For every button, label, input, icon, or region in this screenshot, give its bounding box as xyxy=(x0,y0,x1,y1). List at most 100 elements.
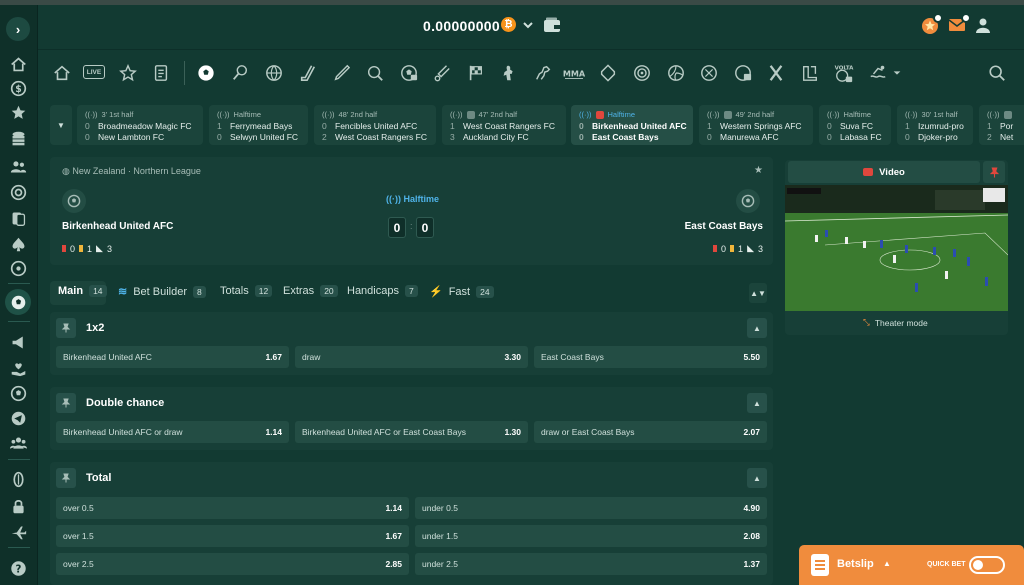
live-match-card[interactable]: ((·)) 47' 2nd half 1 West Coast Rangers FC… xyxy=(442,105,566,145)
tab-bet-builder[interactable]: ≋ Bet Builder 8 xyxy=(118,285,206,298)
tab-handicaps[interactable]: Handicaps 7 xyxy=(347,285,418,297)
volta-icon[interactable]: VOLTA xyxy=(832,63,856,83)
collapse-chevron-icon[interactable]: ▲ xyxy=(747,393,767,413)
video-tab[interactable]: Video xyxy=(788,161,980,183)
user-icon[interactable] xyxy=(975,17,991,38)
casino-chip-icon[interactable] xyxy=(7,181,29,203)
chevron-up-icon[interactable]: ▲ xyxy=(883,559,891,568)
odd-button[interactable]: under 1.5 2.08 xyxy=(415,525,767,547)
hockey-icon[interactable] xyxy=(298,63,318,83)
balance-amount[interactable]: 0.00000000 xyxy=(423,18,500,34)
odd-value: 1.30 xyxy=(504,427,521,437)
star-icon[interactable] xyxy=(7,101,29,123)
rugby-icon[interactable] xyxy=(7,468,29,490)
odd-button[interactable]: over 1.5 1.67 xyxy=(56,525,409,547)
odd-button[interactable]: Birkenhead United AFC or draw 1.14 xyxy=(56,421,289,443)
live-match-card[interactable]: ((·)) 1 Por 2 Net xyxy=(979,105,1024,145)
live-match-card[interactable]: ((·)) 48' 2nd half 0 Fencibles United AFC … xyxy=(314,105,436,145)
strip-collapse-button[interactable]: ▼ xyxy=(50,105,72,145)
heart-hand-icon[interactable] xyxy=(7,357,29,379)
live-icon[interactable]: LIVE xyxy=(83,65,105,79)
theater-mode-button[interactable]: ⤡ Theater mode xyxy=(863,317,928,328)
cards-icon[interactable] xyxy=(7,207,29,229)
handball-icon[interactable] xyxy=(699,63,719,83)
mma-icon[interactable]: MMA xyxy=(562,63,586,83)
volleyball-icon[interactable] xyxy=(666,63,686,83)
soccer-ball-icon[interactable] xyxy=(7,382,29,404)
market-title: Double chance xyxy=(86,397,165,409)
odd-button[interactable]: draw or East Coast Bays 2.07 xyxy=(534,421,767,443)
live-match-card[interactable]: ((·)) Halftime 0 Suva FC 0 Labasa FC xyxy=(819,105,891,145)
baseball-bat-icon[interactable] xyxy=(331,63,351,83)
pin-icon[interactable] xyxy=(56,393,76,413)
odd-button[interactable]: East Coast Bays 5.50 xyxy=(534,346,767,368)
live-match-card[interactable]: ((·)) Halftime 1 Ferrymead Bays 0 Selwyn Un… xyxy=(209,105,308,145)
racing-flag-icon[interactable] xyxy=(466,63,486,83)
favorites-icon[interactable] xyxy=(118,63,138,83)
betslip-history-icon[interactable] xyxy=(151,63,171,83)
tennis-icon[interactable] xyxy=(230,63,250,83)
swimming-icon[interactable] xyxy=(868,63,888,83)
home-icon[interactable] xyxy=(52,63,72,83)
betslip-bar[interactable]: Betslip ▲ QUICK BET xyxy=(799,545,1024,585)
wallet-icon[interactable] xyxy=(543,17,561,38)
dollar-icon[interactable]: $ xyxy=(7,77,29,99)
quick-bet-toggle[interactable] xyxy=(969,556,1005,574)
live-match-card[interactable]: ((·)) 3' 1st half 0 Broadmeadow Magic FC 0… xyxy=(77,105,203,145)
tab-totals[interactable]: Totals 12 xyxy=(220,285,273,297)
table-tennis-icon[interactable] xyxy=(365,63,385,83)
coins-icon[interactable] xyxy=(7,127,29,149)
lol-icon[interactable] xyxy=(766,63,786,83)
live-match-card[interactable]: ((·)) 49' 2nd half 1 Western Springs AFC 0… xyxy=(699,105,813,145)
home-icon[interactable] xyxy=(7,53,29,75)
odd-button[interactable]: Birkenhead United AFC 1.67 xyxy=(56,346,289,368)
tab-fast[interactable]: ⚡ Fast 24 xyxy=(429,285,494,298)
cricket-icon[interactable] xyxy=(432,63,452,83)
pin-icon[interactable] xyxy=(56,468,76,488)
telegram-icon[interactable] xyxy=(7,407,29,429)
video-player[interactable] xyxy=(785,185,1008,311)
odd-button[interactable]: draw 3.30 xyxy=(295,346,528,368)
chevron-down-icon[interactable] xyxy=(522,18,534,36)
odd-label: under 2.5 xyxy=(422,559,458,569)
market-total: Total ▲ over 0.5 1.14 under 0.5 4.90 over … xyxy=(50,462,773,585)
esports-soccer-icon[interactable] xyxy=(399,63,419,83)
live-match-card-active[interactable]: ((·)) Halftime 0 Birkenhead United AFC 0 Ea… xyxy=(571,105,693,145)
collapse-chevron-icon[interactable]: ▲ xyxy=(747,468,767,488)
favorite-star-icon[interactable]: ★ xyxy=(754,165,763,176)
lock-icon[interactable] xyxy=(7,495,29,517)
horse-racing-icon[interactable] xyxy=(533,63,553,83)
esports-icon[interactable] xyxy=(733,63,753,83)
collapse-all-button[interactable]: ▲▼ xyxy=(749,283,767,303)
users-icon[interactable] xyxy=(7,155,29,177)
pin-icon[interactable] xyxy=(56,318,76,338)
basketball-icon[interactable] xyxy=(264,63,284,83)
more-chevron-icon[interactable] xyxy=(890,63,904,83)
valorant-icon[interactable] xyxy=(800,63,820,83)
spade-icon[interactable] xyxy=(7,233,29,255)
odd-button[interactable]: over 2.5 2.85 xyxy=(56,553,409,575)
soccer-icon[interactable] xyxy=(196,63,216,83)
search-icon[interactable] xyxy=(987,63,1007,83)
tab-extras[interactable]: Extras 20 xyxy=(283,285,338,297)
odd-button[interactable]: Birkenhead United AFC or East Coast Bays… xyxy=(295,421,528,443)
sidebar-expand-button[interactable]: › xyxy=(6,17,30,41)
odd-button[interactable]: over 0.5 1.14 xyxy=(56,497,409,519)
soccer-icon[interactable] xyxy=(5,289,31,315)
target-icon[interactable] xyxy=(632,63,652,83)
plane-icon[interactable] xyxy=(7,521,29,543)
league-breadcrumb[interactable]: ◍ New Zealand · Northern League xyxy=(62,166,201,177)
slot-icon[interactable] xyxy=(7,257,29,279)
community-icon[interactable] xyxy=(7,432,29,454)
live-match-card[interactable]: ((·)) 30' 1st half 1 Izumrud-pro 0 Djoker-p… xyxy=(897,105,973,145)
megaphone-icon[interactable] xyxy=(7,331,29,353)
collapse-chevron-icon[interactable]: ▲ xyxy=(747,318,767,338)
odd-button[interactable]: under 0.5 4.90 xyxy=(415,497,767,519)
counter-strike-icon[interactable] xyxy=(499,63,519,83)
tab-main[interactable]: Main 14 xyxy=(58,285,107,297)
odd-button[interactable]: under 2.5 1.37 xyxy=(415,553,767,575)
dota-icon[interactable] xyxy=(598,63,618,83)
help-icon[interactable]: ? xyxy=(7,557,29,579)
pin-icon[interactable] xyxy=(983,161,1005,183)
live-signal-icon: ((·)) xyxy=(707,110,720,119)
